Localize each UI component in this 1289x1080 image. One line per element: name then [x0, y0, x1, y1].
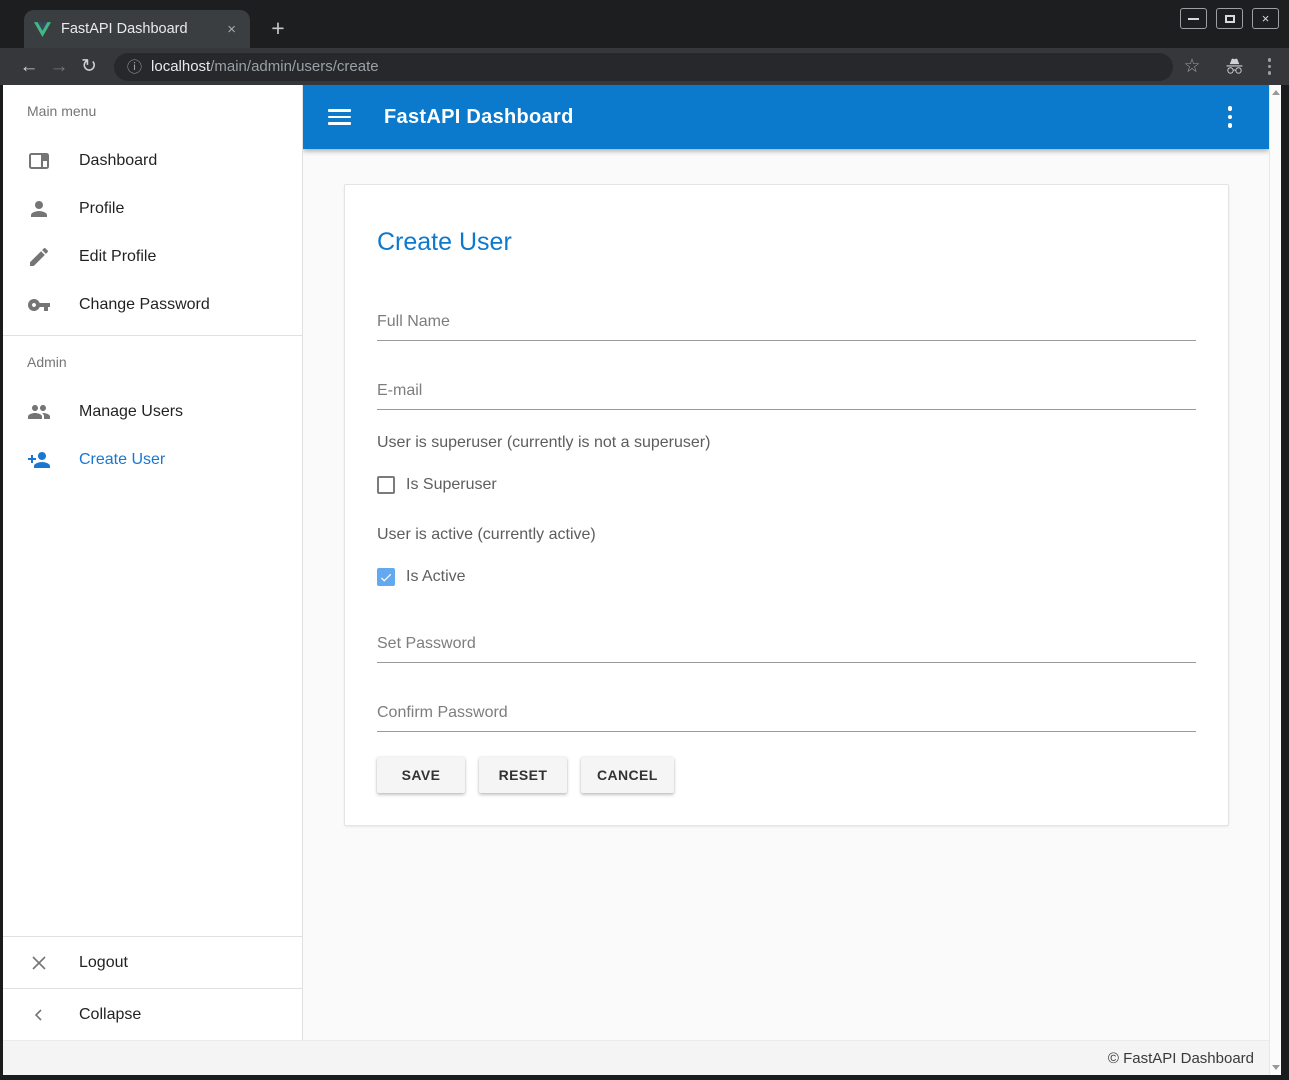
scrollbar-down-icon[interactable] [1272, 1065, 1280, 1070]
url-text: localhost/main/admin/users/create [151, 58, 379, 75]
sidebar-item-manage-users[interactable]: Manage Users [3, 388, 302, 436]
site-info-icon[interactable]: ⓘ [127, 56, 142, 77]
email-field-wrap [377, 380, 1196, 410]
app-title: FastAPI Dashboard [384, 106, 574, 129]
people-icon [27, 400, 51, 424]
app-bar: FastAPI Dashboard [303, 85, 1269, 149]
reset-button[interactable]: RESET [479, 757, 567, 793]
active-checkbox-row: Is Active [377, 565, 1196, 589]
active-checkbox[interactable] [377, 568, 395, 586]
superuser-note: User is superuser (currently is not a su… [377, 431, 1196, 455]
sidebar-item-dashboard[interactable]: Dashboard [3, 137, 302, 185]
cancel-button[interactable]: CANCEL [581, 757, 674, 793]
form-buttons: SAVE RESET CANCEL [377, 757, 1196, 793]
create-user-card: Create User User is superuser (currently… [344, 184, 1229, 826]
tab-title: FastAPI Dashboard [61, 21, 223, 37]
sidebar-item-label: Edit Profile [79, 248, 156, 266]
page-footer: © FastAPI Dashboard [3, 1040, 1269, 1075]
sidebar-item-label: Change Password [79, 296, 210, 314]
maximize-button[interactable] [1216, 8, 1243, 29]
bookmark-star-icon[interactable]: ☆ [1183, 55, 1200, 78]
full-name-input[interactable] [377, 311, 1196, 341]
browser-titlebar: FastAPI Dashboard × + × [0, 0, 1289, 48]
scrollbar-up-icon[interactable] [1272, 90, 1280, 95]
pencil-icon [27, 245, 51, 269]
sidebar-item-edit-profile[interactable]: Edit Profile [3, 233, 302, 281]
sidebar-item-label: Manage Users [79, 403, 183, 421]
superuser-checkbox-row: Is Superuser [377, 473, 1196, 497]
main-content: Create User User is superuser (currently… [303, 149, 1269, 1040]
sidebar-item-collapse[interactable]: Collapse [3, 989, 302, 1040]
superuser-checkbox[interactable] [377, 476, 395, 494]
browser-tab[interactable]: FastAPI Dashboard × [24, 10, 250, 48]
minimize-button[interactable] [1180, 8, 1207, 29]
sidebar-item-label: Logout [79, 954, 128, 972]
checkmark-icon [379, 570, 393, 585]
tab-close-icon[interactable]: × [223, 21, 240, 38]
copyright-text: © FastAPI Dashboard [1108, 1050, 1254, 1067]
active-checkbox-label[interactable]: Is Active [406, 568, 466, 586]
appbar-menu-icon[interactable] [1228, 106, 1233, 128]
dashboard-icon [27, 149, 51, 173]
sidebar-item-logout[interactable]: Logout [3, 937, 302, 988]
close-icon: × [1262, 12, 1270, 25]
sidebar-section-main-menu: Main menu [3, 85, 302, 137]
set-password-field-wrap [377, 633, 1196, 663]
person-icon [27, 197, 51, 221]
email-input[interactable] [377, 380, 1196, 410]
sidebar-section-admin: Admin [3, 336, 302, 388]
close-x-icon [27, 951, 51, 975]
sidebar-bottom: Logout Collapse [3, 936, 302, 1040]
sidebar-item-label: Collapse [79, 1006, 141, 1024]
url-host: localhost [151, 58, 210, 75]
close-button[interactable]: × [1252, 8, 1279, 29]
sidebar: Main menu Dashboard Profile E [3, 85, 303, 1040]
minimize-icon [1188, 18, 1199, 20]
browser-toolbar: ← → ↻ ⓘ localhost/main/admin/users/creat… [0, 48, 1289, 85]
sidebar-item-profile[interactable]: Profile [3, 185, 302, 233]
person-add-icon [27, 448, 51, 472]
browser-menu-icon[interactable] [1268, 58, 1272, 75]
active-note: User is active (currently active) [377, 523, 1196, 547]
confirm-password-field-wrap [377, 702, 1196, 732]
confirm-password-input[interactable] [377, 702, 1196, 732]
window-controls: × [1180, 8, 1279, 29]
new-tab-button[interactable]: + [264, 14, 292, 42]
sidebar-item-change-password[interactable]: Change Password [3, 281, 302, 329]
forward-icon[interactable]: → [44, 56, 74, 78]
sidebar-item-create-user[interactable]: Create User [3, 436, 302, 484]
page-scrollbar[interactable] [1269, 85, 1281, 1075]
sidebar-item-label: Dashboard [79, 152, 157, 170]
page-viewport: Main menu Dashboard Profile E [3, 85, 1281, 1075]
reload-icon[interactable]: ↻ [74, 55, 104, 78]
hamburger-menu-icon[interactable] [328, 109, 351, 125]
browser-window: FastAPI Dashboard × + × ← → ↻ ⓘ localhos… [0, 0, 1289, 1080]
sidebar-item-label: Create User [79, 451, 165, 469]
set-password-input[interactable] [377, 633, 1196, 663]
address-bar[interactable]: ⓘ localhost/main/admin/users/create [114, 53, 1173, 81]
sidebar-item-label: Profile [79, 200, 124, 218]
vue-favicon-icon [34, 22, 51, 37]
url-path: /main/admin/users/create [210, 58, 378, 75]
toolbar-right: ☆ [1183, 55, 1275, 78]
back-icon[interactable]: ← [14, 56, 44, 78]
page-title: Create User [377, 225, 1196, 259]
incognito-icon [1224, 57, 1245, 76]
key-icon [27, 293, 51, 317]
superuser-checkbox-label[interactable]: Is Superuser [406, 476, 497, 494]
maximize-icon [1225, 15, 1235, 23]
save-button[interactable]: SAVE [377, 757, 465, 793]
full-name-field-wrap [377, 311, 1196, 341]
chevron-left-icon [27, 1003, 51, 1027]
